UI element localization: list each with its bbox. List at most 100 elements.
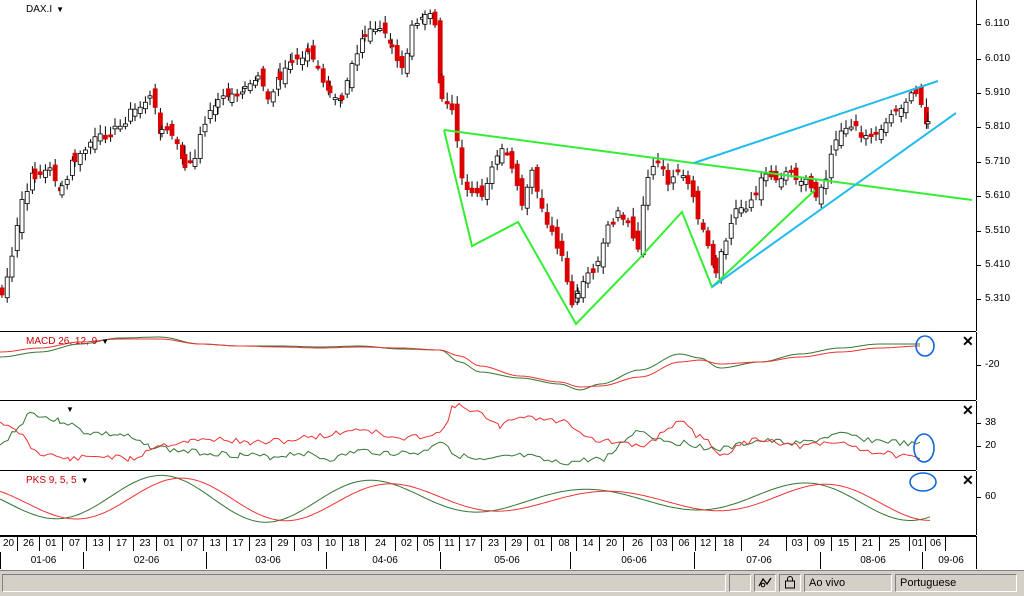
candle-body xyxy=(9,255,15,278)
candle-body xyxy=(349,63,355,89)
date-tick-label: 20 xyxy=(600,537,624,551)
date-tick-label: 24 xyxy=(742,537,787,551)
candle-body xyxy=(803,178,809,185)
y-tick xyxy=(977,24,981,25)
date-tick-label: 23 xyxy=(250,537,272,551)
candle-body xyxy=(88,141,93,148)
chevron-down-icon[interactable]: ▼ xyxy=(81,476,89,485)
pks-pane[interactable]: PKS 9, 5, 5 ▼ ✕ xyxy=(0,471,976,536)
symbol-selector[interactable]: DAX.I ▼ xyxy=(26,4,64,15)
candle-body xyxy=(514,163,520,186)
candle-body xyxy=(389,44,395,48)
candle-body xyxy=(47,167,53,171)
candle-body xyxy=(695,190,701,220)
candle-body xyxy=(202,123,208,133)
y-tick xyxy=(977,265,981,266)
candle-body xyxy=(645,177,651,206)
chevron-down-icon[interactable]: ▼ xyxy=(101,337,109,346)
y-tick xyxy=(977,231,981,232)
chevron-down-icon[interactable]: ▼ xyxy=(56,5,64,14)
oscillator-pane[interactable]: ▼ ✕ xyxy=(0,401,976,471)
candle-body xyxy=(422,14,428,25)
date-tick-label: 26 xyxy=(18,537,40,551)
oscillator-lines xyxy=(0,402,935,466)
candle-body xyxy=(908,92,914,102)
pks-lines xyxy=(0,472,937,523)
language-field[interactable]: Portuguese xyxy=(895,574,1017,592)
price-pane[interactable]: DAX.I ▼ xyxy=(0,0,976,332)
symbol-label: DAX.I xyxy=(26,4,53,15)
price-axis[interactable]: 6.110 6.010 5.910 5.810 5.710 5.610 5.510 5.410… xyxy=(976,0,1024,331)
candle-body xyxy=(585,272,591,284)
line-tool-icon[interactable] xyxy=(754,574,776,592)
candle-body xyxy=(675,169,681,173)
candle-body xyxy=(454,103,460,142)
candle-body xyxy=(620,214,626,220)
date-tick-label: 29 xyxy=(272,537,295,551)
date-axis[interactable]: 20 26 01 07 13 17 23 01 07 13 17 23 29 03 10 18 24 02 05 11… xyxy=(0,536,976,569)
oscillator-red-line xyxy=(0,402,921,462)
close-icon[interactable]: ✕ xyxy=(962,334,974,348)
candle-body xyxy=(918,86,924,105)
date-tick-label: 01 xyxy=(157,537,182,551)
candle-body xyxy=(427,13,433,20)
candle-body xyxy=(282,67,288,85)
macd-title[interactable]: MACD 26, 12, 9 ▼ xyxy=(26,336,109,347)
candle-body xyxy=(123,123,128,127)
oscillator-title[interactable]: ▼ xyxy=(62,404,74,415)
candle-body xyxy=(524,186,530,209)
close-icon[interactable]: ✕ xyxy=(962,473,974,487)
candle-body xyxy=(655,160,661,164)
candle-body xyxy=(615,210,621,219)
y-tick xyxy=(977,59,981,60)
date-tick-label: 23 xyxy=(482,537,506,551)
candle-body xyxy=(793,167,799,181)
candle-body xyxy=(580,281,586,299)
candle-body xyxy=(449,103,455,111)
candle-body xyxy=(833,139,839,151)
candle-body xyxy=(888,114,894,124)
candle-body xyxy=(72,152,78,163)
candle-body xyxy=(97,133,103,142)
date-tick-label: 01 xyxy=(40,537,63,551)
candle-body xyxy=(529,169,535,188)
month-label: 04-06 xyxy=(326,552,440,569)
candle-body xyxy=(743,208,749,212)
candle-body xyxy=(705,230,711,247)
candle-body xyxy=(372,28,378,33)
candle-body xyxy=(277,71,283,80)
pks-title[interactable]: PKS 9, 5, 5 ▼ xyxy=(26,475,89,486)
date-tick-label: 17 xyxy=(227,537,250,551)
date-tick-label: 18 xyxy=(716,537,742,551)
channel-lower-line xyxy=(711,112,957,288)
lock-icon[interactable] xyxy=(779,574,801,592)
candle-body xyxy=(310,45,316,60)
candle-body xyxy=(559,240,565,256)
date-tick-label: 01 xyxy=(528,537,552,551)
candle-body xyxy=(898,108,904,117)
candle-body xyxy=(843,127,849,135)
candle-body xyxy=(108,134,113,138)
chevron-down-icon[interactable]: ▼ xyxy=(66,405,74,414)
candle-body xyxy=(432,11,438,26)
macd-lines xyxy=(0,335,935,391)
candle-body xyxy=(519,178,525,206)
candlestick-chart[interactable] xyxy=(0,0,976,331)
candle-body xyxy=(19,199,25,233)
macd-pane[interactable]: MACD 26, 12, 9 ▼ ✕ xyxy=(0,332,976,401)
y-tick xyxy=(977,446,981,447)
date-tick-label: 03 xyxy=(295,537,319,551)
candle-body xyxy=(479,185,485,197)
month-label: 05-06 xyxy=(440,552,570,569)
candle-body xyxy=(315,65,321,69)
oscillator-axis: 38 20 xyxy=(976,401,1024,470)
candle-body xyxy=(690,180,696,198)
candle-body xyxy=(344,80,350,95)
y-tick xyxy=(977,162,981,163)
date-tick-label: 09 xyxy=(808,537,832,551)
price-label: 5.910 xyxy=(985,87,1011,98)
candle-body xyxy=(504,152,510,156)
close-icon[interactable]: ✕ xyxy=(962,403,974,417)
date-tick-label: 25 xyxy=(880,537,910,551)
candle-body xyxy=(24,191,30,205)
